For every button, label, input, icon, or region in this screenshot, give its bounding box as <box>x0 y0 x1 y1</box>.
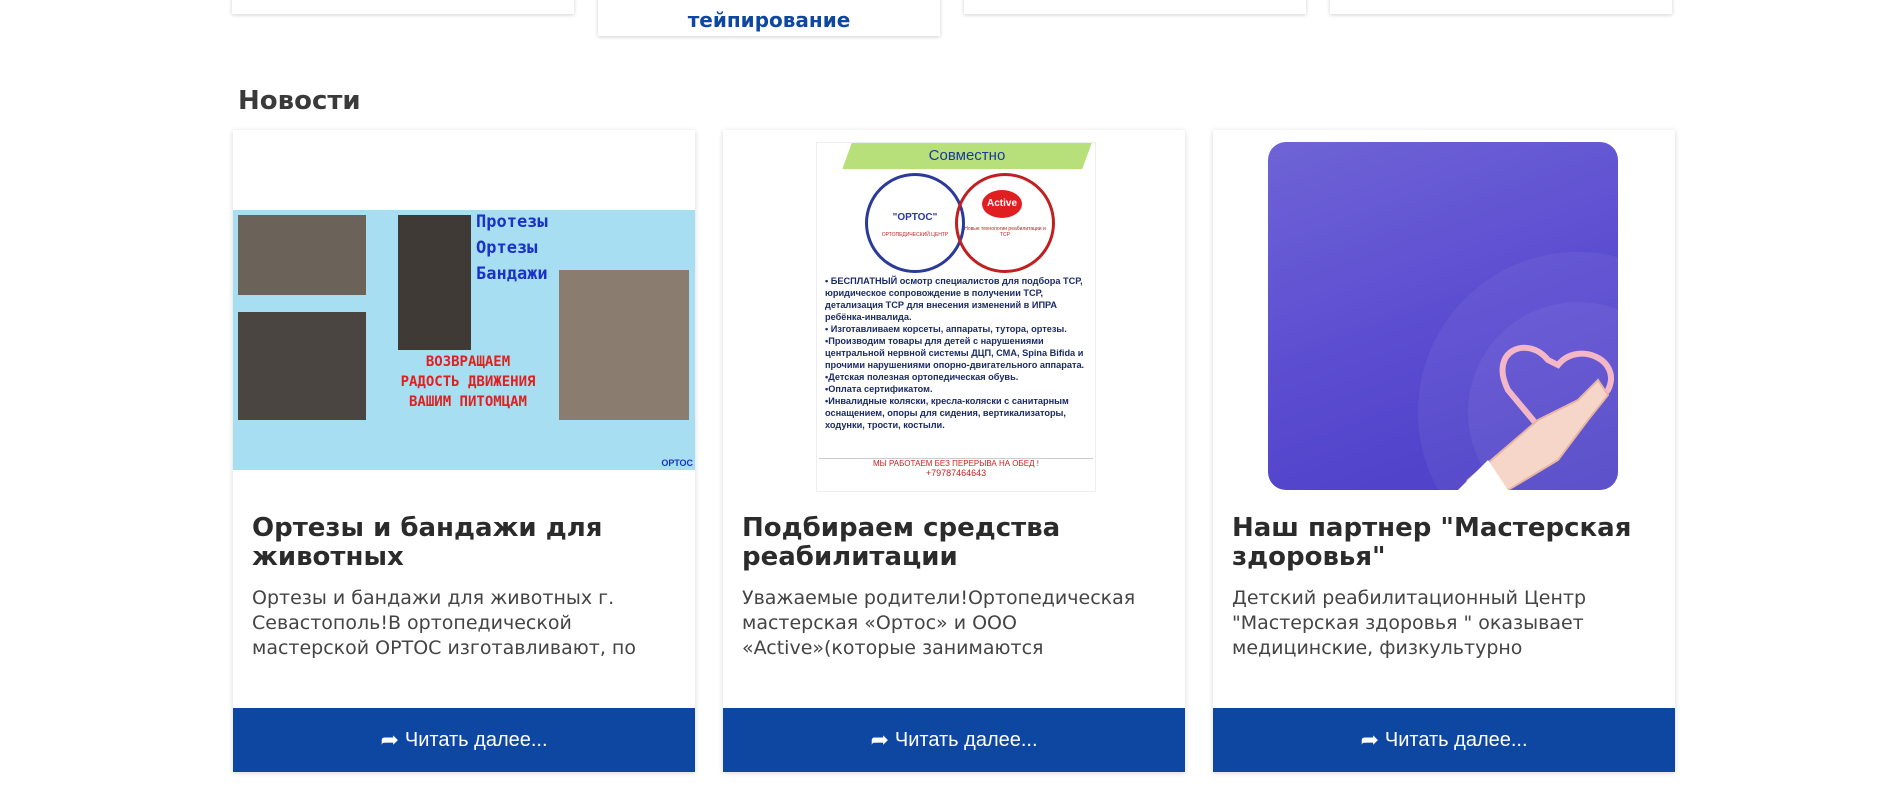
news-card-title[interactable]: Подбираем средства реабилитации <box>742 514 1166 572</box>
news-image-rehab-flyer[interactable]: Совместно "ОРТОС" ОРТОПЕДИЧЕСКИЙ ЦЕНТР A… <box>816 142 1096 492</box>
read-more-button[interactable]: ➦ Читать далее... <box>1213 708 1675 772</box>
logo-subtext: ОРТОПЕДИЧЕСКИЙ ЦЕНТР <box>881 232 949 238</box>
top-card-3[interactable] <box>964 0 1306 14</box>
image-text: ВАШИМ ПИТОМЦАМ <box>408 394 527 410</box>
read-more-label: Читать далее... <box>894 728 1038 751</box>
flyer-bullets: • БЕСПЛАТНЫЙ осмотр специалистов для под… <box>825 276 1085 430</box>
image-text: Протезы <box>476 212 548 232</box>
flyer-band: Совместно <box>842 143 1092 169</box>
news-image-animal-orthoses[interactable]: Протезы Ортезы Бандажи ВОЗВРАЩАЕМ РАДОСТ… <box>233 210 695 470</box>
news-card: Наш партнер "Мастерская здоровья" Детски… <box>1213 130 1675 772</box>
share-arrow-icon: ➦ <box>1360 727 1379 752</box>
read-more-button[interactable]: ➦ Читать далее... <box>723 708 1185 772</box>
read-more-label: Читать далее... <box>1384 728 1528 751</box>
image-text: ВОЗВРАЩАЕМ <box>425 354 511 370</box>
top-card-4[interactable] <box>1330 0 1672 14</box>
flyer-band-text: Совместно <box>928 147 1006 164</box>
news-card-excerpt: Детский реабилитационный Центр "Мастерск… <box>1232 587 1587 659</box>
top-card-1[interactable] <box>232 0 574 14</box>
news-card: Совместно "ОРТОС" ОРТОПЕДИЧЕСКИЙ ЦЕНТР A… <box>723 130 1185 772</box>
read-more-label: Читать далее... <box>404 728 548 751</box>
news-card-excerpt: Ортезы и бандажи для животных г. Севасто… <box>252 587 636 659</box>
read-more-button[interactable]: ➦ Читать далее... <box>233 708 695 772</box>
share-arrow-icon: ➦ <box>870 727 889 752</box>
news-card-excerpt: Уважаемые родители!Ортопедическая мастер… <box>742 587 1136 659</box>
image-text: Бандажи <box>476 264 548 284</box>
logo-text: Active <box>982 190 1022 218</box>
news-section-title: Новости <box>238 86 361 116</box>
active-logo: Active Новые технологии реабилитации и Т… <box>955 173 1055 273</box>
news-card-title[interactable]: Ортезы и бандажи для животных <box>252 514 676 572</box>
image-text: Ортезы <box>476 238 538 258</box>
image-text: РАДОСТЬ ДВИЖЕНИЯ <box>400 374 536 390</box>
ortos-logo: "ОРТОС" ОРТОПЕДИЧЕСКИЙ ЦЕНТР <box>865 173 965 273</box>
heart-hand-icon <box>1458 344 1614 490</box>
top-card-label: тейпирование <box>687 8 851 32</box>
news-card-title[interactable]: Наш партнер "Мастерская здоровья" <box>1232 514 1656 572</box>
flyer-phone: +79787464643 <box>925 468 987 478</box>
top-card-2[interactable]: тейпирование <box>598 0 940 36</box>
logo-text: "ОРТОС" <box>892 212 938 223</box>
news-image-partner-logo[interactable] <box>1268 142 1618 490</box>
flyer-footer: МЫ РАБОТАЕМ БЕЗ ПЕРЕРЫВА НА ОБЕД ! +7978… <box>819 458 1093 489</box>
news-card: Протезы Ортезы Бандажи ВОЗВРАЩАЕМ РАДОСТ… <box>233 130 695 772</box>
flyer-footer-text: МЫ РАБОТАЕМ БЕЗ ПЕРЕРЫВА НА ОБЕД ! <box>873 459 1039 468</box>
share-arrow-icon: ➦ <box>380 727 399 752</box>
ortos-logo: ОРТОС <box>661 458 693 468</box>
logo-subtext: Новые технологии реабилитации и ТСР <box>964 226 1046 238</box>
